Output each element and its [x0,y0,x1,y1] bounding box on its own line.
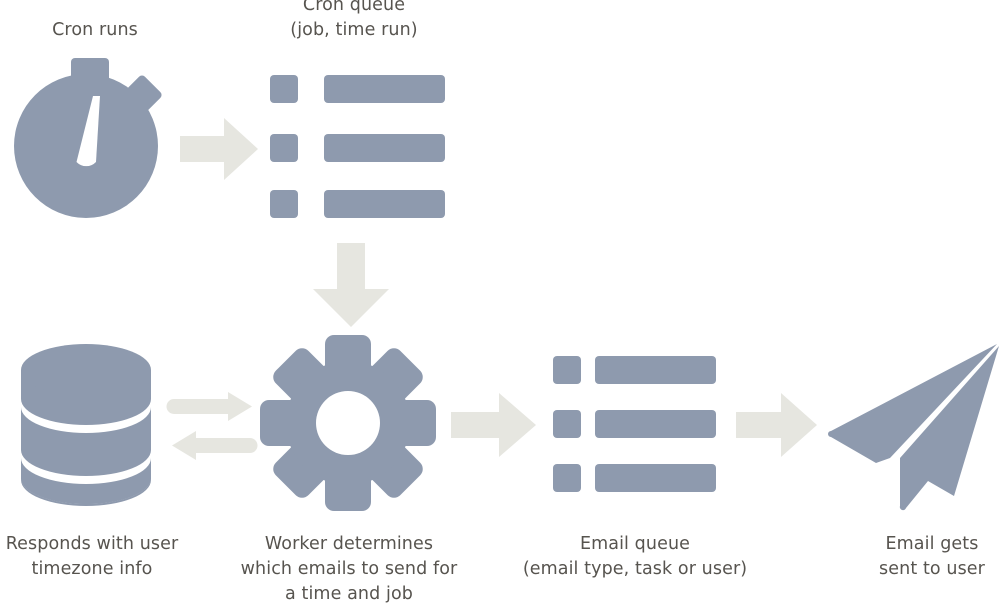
queue-row [270,190,445,218]
queue-row-bar [324,190,445,218]
queue-row-chip [270,75,298,103]
arrow-down-icon [313,243,389,327]
queue-row-chip [553,464,581,492]
label-cron-queue: Cron queue (job, time run) [290,0,418,40]
queue-row-bar [595,410,716,438]
queue-row-chip [553,410,581,438]
stopwatch-icon [14,58,166,218]
queue-row-bar [595,356,716,384]
queue-row-bar [595,464,716,492]
queue-row-bar [324,134,445,162]
paper-plane-icon [828,340,1000,512]
label-send: Email gets sent to user [879,534,985,579]
bidirectional-arrows-icon [166,392,258,460]
queue-row [553,464,716,492]
label-cron-runs: Cron runs [52,20,138,40]
queue-row [553,356,716,384]
queue-row-chip [553,356,581,384]
cron-queue-list [270,75,445,218]
arrow-right-icon [180,118,258,180]
queue-row-bar [324,75,445,103]
email-queue-list [553,356,716,492]
queue-row-chip [270,134,298,162]
arrow-right-icon [736,393,817,457]
gear-icon [260,335,436,511]
queue-row [270,75,445,103]
label-database: Responds with user timezone info [5,534,179,579]
arrow-right-icon [451,393,536,457]
queue-row [270,134,445,162]
pipeline-diagram: Cron runs Cron queue (job, time run) Res… [0,0,1000,604]
label-email-queue: Email queue (email type, task or user) [522,534,748,579]
queue-row [553,410,716,438]
database-cylinder-icon [21,344,151,506]
queue-row-chip [270,190,298,218]
label-worker: Worker determines which emails to send f… [240,534,458,604]
